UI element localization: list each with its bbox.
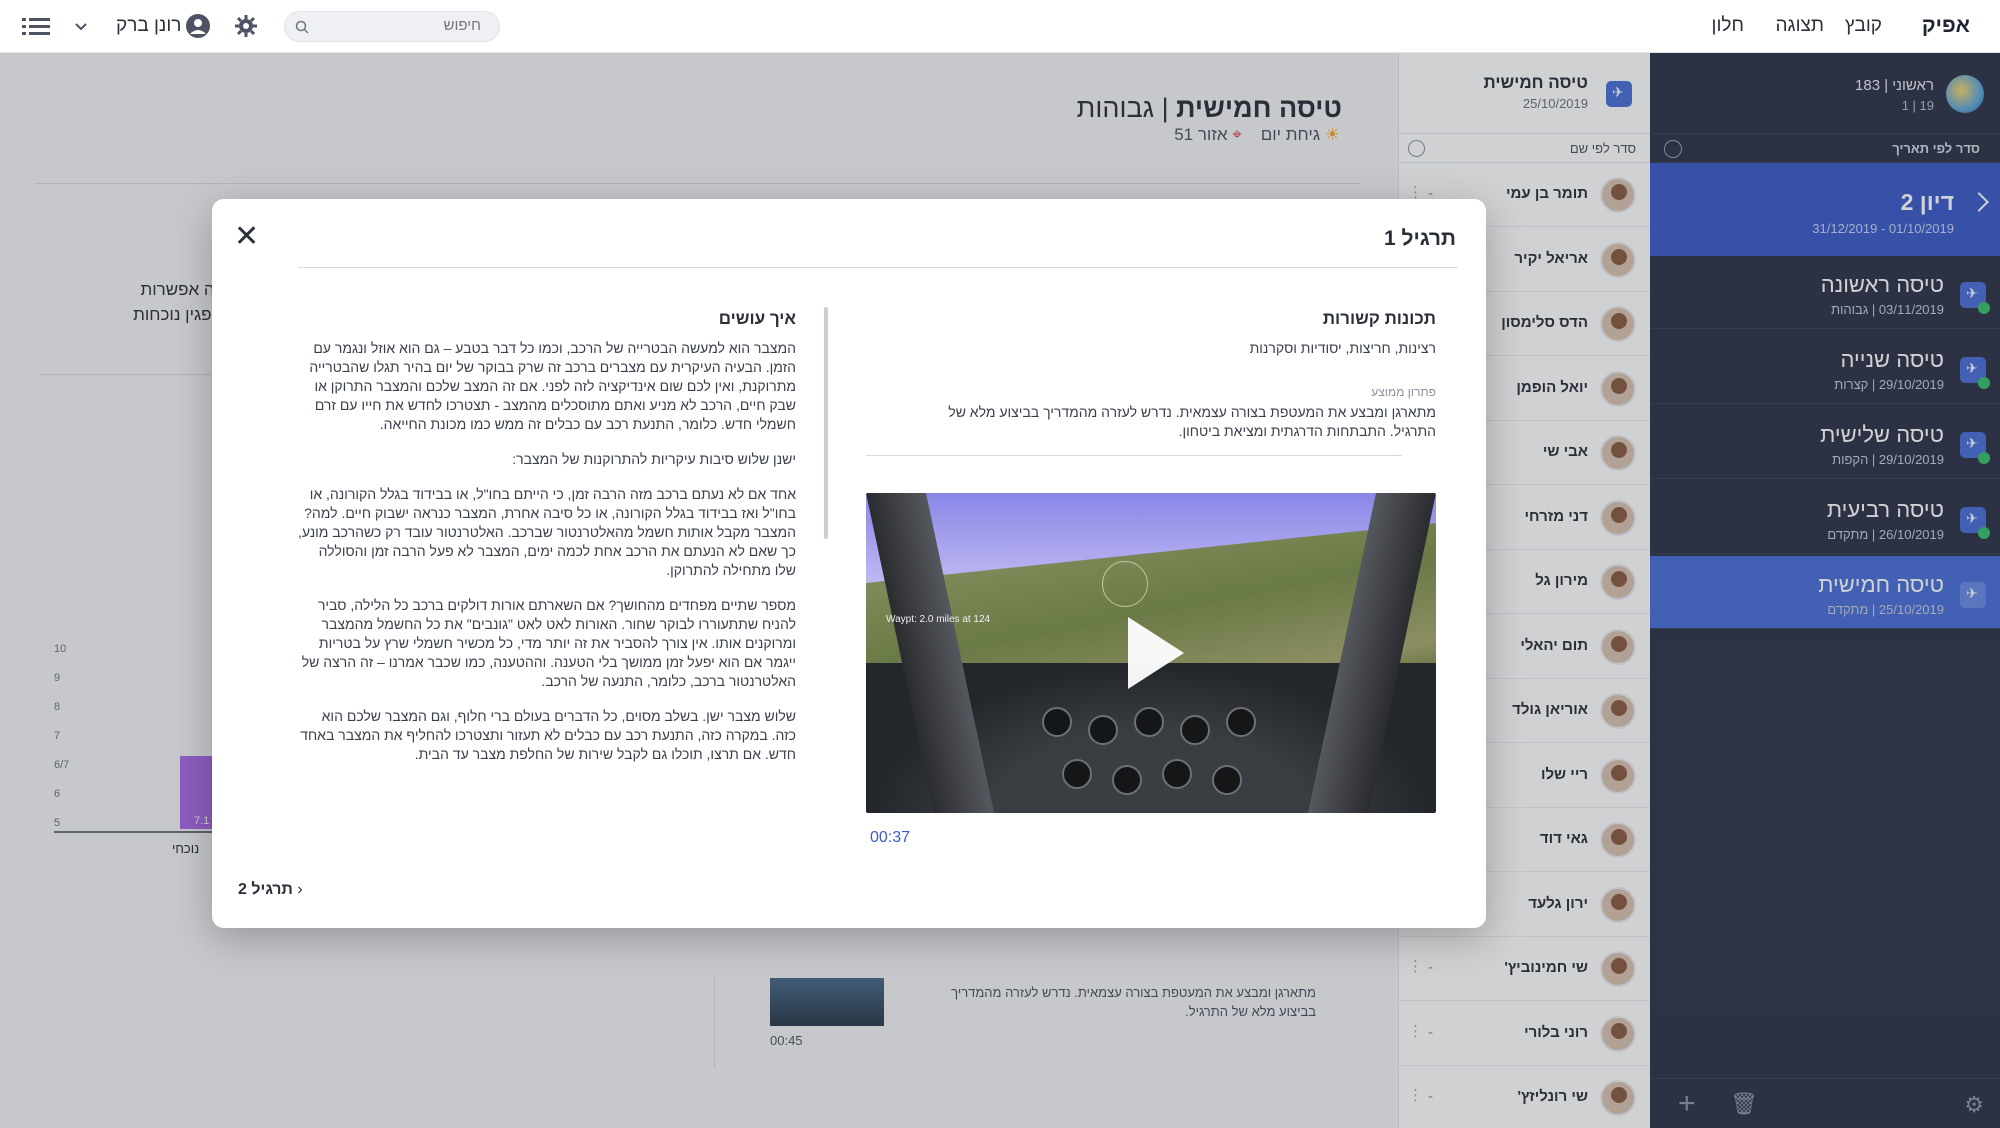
video-overlay-text: Waypt: 2.0 miles at 124 [886, 614, 991, 625]
how-to-paragraph: אחד אם לא נעתם ברכב מזה הרבה זמן, כי היי… [297, 486, 796, 578]
related-traits-text: רצינות, חריצות, יסודיות וסקרנות [1249, 340, 1436, 356]
how-to-paragraph: מספר שתיים מפחדים מהחושך? אם השארתם אורו… [301, 597, 796, 689]
scrollbar[interactable] [824, 307, 828, 539]
gauge [1180, 715, 1210, 745]
related-traits-title: תכונות קשורות [1322, 309, 1436, 328]
gauge [1042, 707, 1072, 737]
video-player[interactable]: Waypt: 2.0 miles at 124 [866, 493, 1436, 813]
video-time: 00:37 [870, 829, 911, 846]
search-box[interactable] [284, 11, 500, 42]
menu-view[interactable]: תצוגה [1776, 15, 1825, 37]
user-avatar-icon[interactable] [186, 14, 210, 38]
gauge [1134, 707, 1164, 737]
next-exercise-button[interactable]: ‹ תרגיל 2 [238, 881, 311, 899]
app-brand: אפיק [1921, 14, 1970, 37]
gear-icon[interactable] [234, 14, 258, 38]
modal-title: תרגיל 1 [1383, 227, 1456, 250]
solution-text: מתארגן ומבצע את המעטפת בצורה עצמאית. נדר… [948, 404, 1436, 439]
solution-label: פתרון ממוצע [1371, 385, 1436, 399]
list-menu-icon[interactable] [22, 16, 50, 38]
user-name[interactable]: רונן ברק [116, 15, 181, 37]
how-to-paragraph: המצבר הוא למעשה הבטרייה של הרכב, וכמו כל… [309, 340, 796, 432]
how-to-body: המצבר הוא למעשה הבטרייה של הרכב, וכמו כל… [296, 339, 796, 779]
how-to-paragraph: שלוש מצבר ישן. בשלב מסוים, כל הדברים בעו… [300, 708, 796, 762]
hud-reticle [1102, 561, 1148, 607]
how-to-paragraph: ישנן שלוש סיבות עיקריות להתרוקנות של המצ… [512, 451, 796, 467]
top-bar: אפיק קובץ תצוגה חלון רונן ברק [0, 0, 2000, 53]
how-to-title: איך עושים [718, 309, 796, 328]
exercise-modal: תרגיל 1 ✕ תכונות קשורות רצינות, חריצות, … [212, 199, 1486, 928]
divider [298, 267, 1458, 268]
chevron-left-icon: ‹ [297, 881, 303, 898]
search-input[interactable] [321, 17, 481, 34]
play-icon[interactable] [1128, 617, 1184, 689]
gauge [1162, 759, 1192, 789]
gauge [1112, 765, 1142, 795]
search-icon [295, 20, 309, 34]
close-icon[interactable]: ✕ [234, 219, 259, 254]
gauge [1088, 715, 1118, 745]
gauge [1062, 759, 1092, 789]
chevron-down-icon[interactable] [74, 22, 88, 32]
divider [866, 455, 1402, 456]
gauge [1212, 765, 1242, 795]
menu-window[interactable]: חלון [1712, 15, 1744, 37]
gauge [1226, 707, 1256, 737]
next-exercise-label: תרגיל 2 [238, 881, 293, 898]
menu-file[interactable]: קובץ [1845, 15, 1882, 37]
